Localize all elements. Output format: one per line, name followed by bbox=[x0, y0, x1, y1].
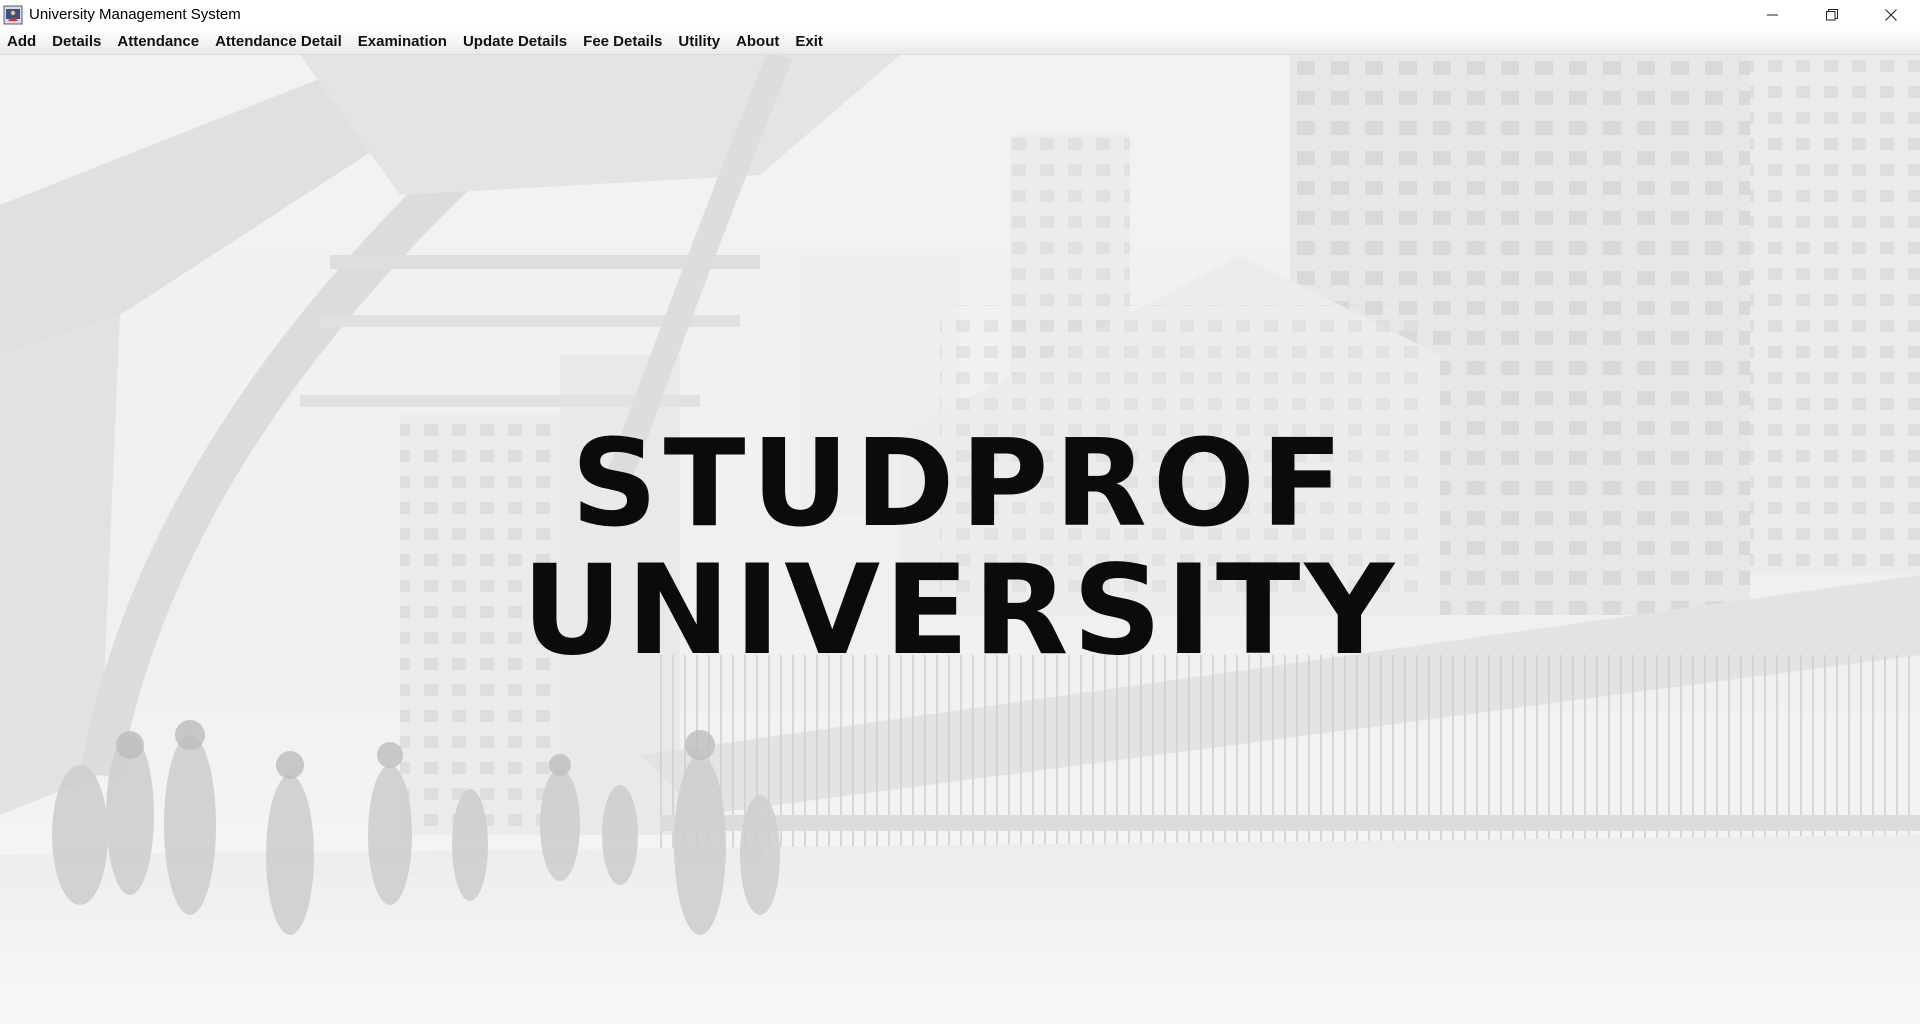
main-content: STUDPROF UNIVERSITY bbox=[0, 55, 1920, 1024]
close-icon bbox=[1884, 8, 1897, 21]
window-controls bbox=[1743, 0, 1920, 29]
menu-add[interactable]: Add bbox=[0, 29, 44, 54]
menu-bar: Add Details Attendance Attendance Detail… bbox=[0, 29, 1920, 55]
university-name-line2: UNIVERSITY bbox=[521, 539, 1399, 683]
menu-attendance-detail[interactable]: Attendance Detail bbox=[207, 29, 350, 54]
menu-examination[interactable]: Examination bbox=[350, 29, 455, 54]
window-title: University Management System bbox=[29, 6, 241, 23]
close-button[interactable] bbox=[1861, 0, 1920, 29]
menu-fee-details[interactable]: Fee Details bbox=[575, 29, 670, 54]
menu-utility[interactable]: Utility bbox=[670, 29, 728, 54]
menu-about[interactable]: About bbox=[728, 29, 787, 54]
menu-exit[interactable]: Exit bbox=[787, 29, 831, 54]
menu-attendance[interactable]: Attendance bbox=[109, 29, 207, 54]
app-window: University Management System Add Details… bbox=[0, 0, 1920, 1024]
restore-icon bbox=[1825, 8, 1838, 20]
minimize-icon bbox=[1766, 14, 1778, 15]
menu-details[interactable]: Details bbox=[44, 29, 109, 54]
menu-update-details[interactable]: Update Details bbox=[455, 29, 575, 54]
minimize-button[interactable] bbox=[1743, 0, 1802, 29]
title-bar[interactable]: University Management System bbox=[0, 0, 1920, 29]
university-name-line1: STUDPROF bbox=[571, 415, 1349, 554]
java-app-icon[interactable] bbox=[3, 5, 23, 25]
restore-button[interactable] bbox=[1802, 0, 1861, 29]
